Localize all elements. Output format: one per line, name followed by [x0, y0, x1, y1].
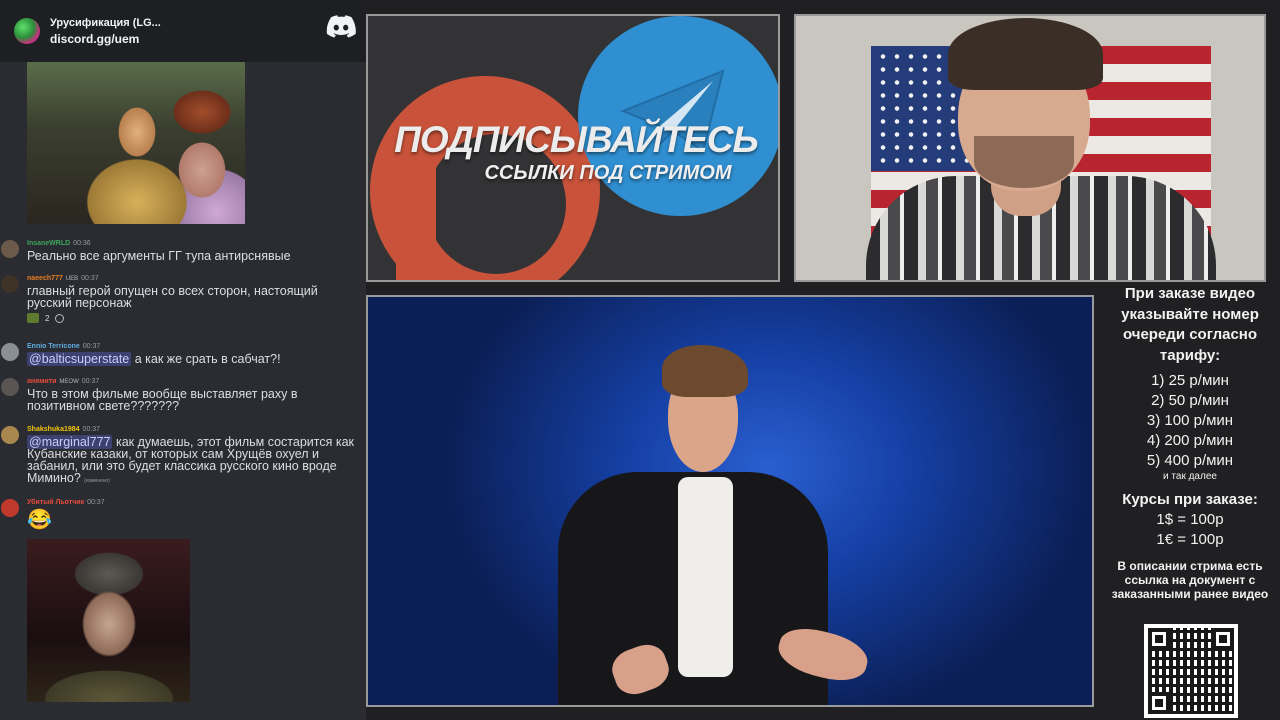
main-video-panel[interactable]: [366, 295, 1094, 707]
stream-layout: Урусификация (LG... discord.gg/uem Insan…: [0, 0, 1280, 720]
username[interactable]: InsaneWRLD: [27, 240, 70, 247]
video-person-shirt: [678, 477, 733, 677]
avatar[interactable]: [1, 378, 19, 396]
chat-image-face[interactable]: [27, 539, 190, 702]
message-text: @marginal777 как думаешь, этот фильм сос…: [27, 435, 365, 487]
avatar[interactable]: [1, 343, 19, 361]
price-item: 5) 400 р/мин: [1146, 452, 1234, 469]
username[interactable]: naeech777: [27, 275, 63, 282]
price-item: 2) 50 р/мин: [1151, 392, 1229, 409]
price-item: 1) 25 р/мин: [1151, 372, 1229, 389]
rates-title: Курсы при заказе:: [1122, 491, 1258, 508]
discord-server-bar[interactable]: Урусификация (LG... discord.gg/uem: [0, 0, 366, 62]
rate-usd: 1$ = 100р: [1156, 511, 1224, 528]
message-emoji: 😂: [27, 509, 52, 531]
user-mention[interactable]: @balticsuperstate: [27, 352, 132, 366]
message-body: а как же срать в сабчат?!: [134, 352, 281, 366]
user-badge: UEB: [65, 275, 79, 282]
username[interactable]: анямити: [27, 378, 56, 385]
reaction-count: 2: [45, 313, 50, 323]
discord-chat-panel: Урусификация (LG... discord.gg/uem Insan…: [0, 0, 366, 720]
tariff-description: В описании стрима есть ссылка на докумен…: [1111, 559, 1269, 601]
price-list: 1) 25 р/мин 2) 50 р/мин 3) 100 р/мин 4) …: [1100, 371, 1280, 471]
avatar[interactable]: [1, 275, 19, 293]
server-name: Урусификация (LG...: [50, 16, 161, 29]
username[interactable]: Ennio Terricone: [27, 343, 80, 350]
username[interactable]: Убитый Льотчик: [27, 499, 84, 506]
price-etc: и так далее: [1163, 471, 1217, 482]
add-reaction-icon[interactable]: [55, 313, 65, 323]
rate-eur: 1€ = 100р: [1156, 531, 1224, 548]
promo-panel: ПОДПИСЫВАЙТЕСЬ ССЫЛКИ ПОД СТРИМОМ: [366, 14, 780, 282]
timestamp: 00:37: [81, 275, 99, 282]
streamer-beard: [974, 136, 1074, 188]
avatar[interactable]: [1, 426, 19, 444]
timestamp: 00:37: [87, 499, 105, 506]
server-icon: [14, 18, 40, 44]
message-text: главный герой опущен со всех сторон, нас…: [27, 284, 318, 310]
timestamp: 00:37: [81, 378, 100, 385]
streamer-hair: [948, 18, 1103, 90]
message-text: @balticsuperstate а как же срать в сабча…: [27, 352, 365, 366]
user-badge: MEOW: [59, 378, 79, 385]
patreon-logo-bar: [396, 166, 436, 280]
message-text: Реально все аргументы ГГ тупа антирснявы…: [27, 249, 291, 263]
promo-title: ПОДПИСЫВАЙТЕСЬ: [394, 119, 758, 160]
edited-label: (изменено): [84, 478, 110, 484]
timestamp: 00:37: [82, 343, 101, 350]
message-text: Что в этом фильме вообще выставляет раху…: [27, 387, 298, 413]
discord-icon: [326, 15, 356, 38]
server-invite-link[interactable]: discord.gg/uem: [50, 32, 161, 46]
promo-subtitle: ССЫЛКИ ПОД СТРИМОМ: [484, 162, 732, 184]
webcam-panel: [794, 14, 1266, 282]
qr-code-icon: [1144, 624, 1238, 718]
reaction[interactable]: 2: [27, 313, 65, 323]
tariff-intro: При заказе видео указывайте номер очеред…: [1121, 285, 1259, 364]
timestamp: 00:36: [73, 240, 91, 247]
avatar[interactable]: [1, 240, 19, 258]
avatar[interactable]: [1, 499, 19, 517]
chat-image-crowd[interactable]: [27, 62, 245, 224]
price-item: 3) 100 р/мин: [1146, 412, 1234, 429]
price-item: 4) 200 р/мин: [1146, 432, 1234, 449]
username[interactable]: Shakshuka1984: [27, 426, 80, 433]
video-person-hair: [662, 345, 748, 397]
timestamp: 00:37: [82, 426, 101, 433]
reaction-emoji-icon: [27, 313, 39, 323]
